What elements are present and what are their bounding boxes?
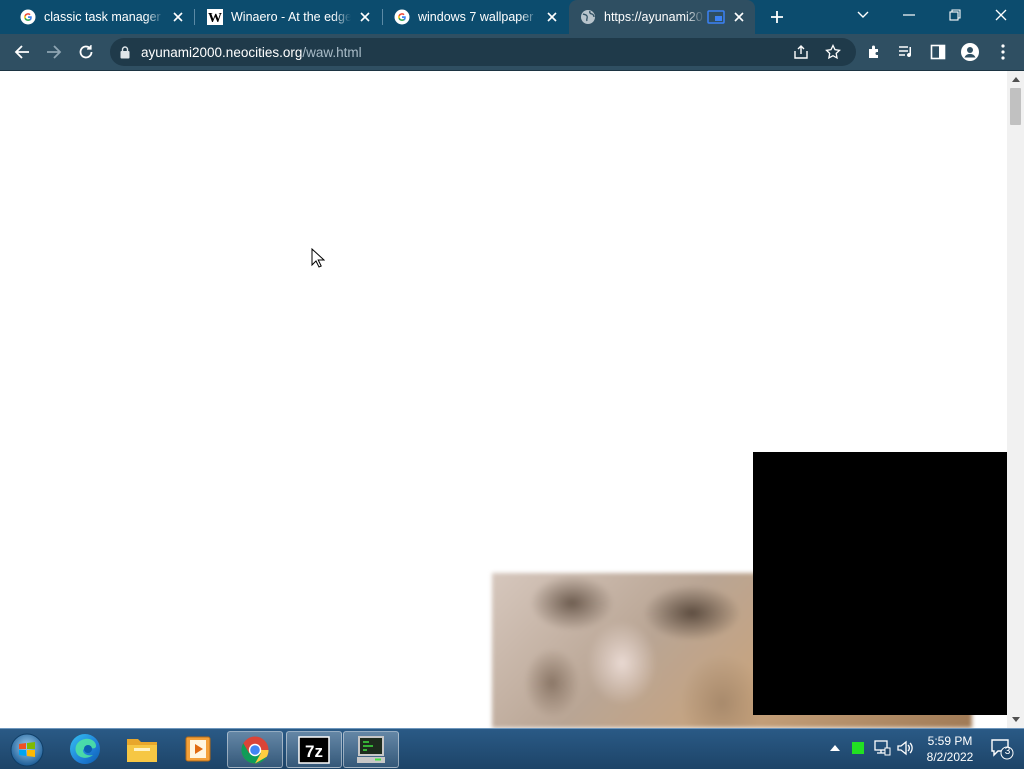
taskbar-file-explorer[interactable] <box>115 731 169 766</box>
tab-title: Winaero - At the edge <box>231 10 351 24</box>
plus-icon <box>771 11 783 23</box>
terminal-icon <box>357 735 385 763</box>
media-queue-icon <box>899 46 912 58</box>
close-icon <box>995 9 1007 21</box>
video-player[interactable] <box>753 452 1007 715</box>
close-tab-icon[interactable] <box>355 7 375 27</box>
winaero-icon: W <box>207 9 223 25</box>
tab-windows-7-wallpaper[interactable]: windows 7 wallpaper - <box>374 0 568 34</box>
extensions-button[interactable] <box>860 38 888 66</box>
minimize-icon <box>903 14 915 16</box>
tray-app-indicator[interactable] <box>849 739 867 757</box>
globe-icon <box>580 9 596 25</box>
scroll-down-arrow-icon[interactable] <box>1007 711 1024 728</box>
tab-classic-task-manager[interactable]: classic task manager d <box>0 0 194 34</box>
taskbar-media-player[interactable] <box>171 731 225 766</box>
address-bar[interactable]: ayunami2000.neocities.org/waw.html <box>110 38 856 66</box>
start-button[interactable] <box>8 732 46 768</box>
reload-button[interactable] <box>72 38 100 66</box>
profile-button[interactable] <box>956 38 984 66</box>
restore-icon <box>949 9 961 21</box>
puzzle-icon <box>869 45 878 58</box>
system-clock[interactable]: 5:59 PM 8/2/2022 <box>918 733 982 765</box>
back-button[interactable] <box>8 38 36 66</box>
google-icon <box>20 9 36 25</box>
picture-in-picture-icon <box>707 10 725 24</box>
close-tab-icon[interactable] <box>168 7 188 27</box>
share-icon <box>794 45 808 59</box>
chrome-icon <box>241 736 269 764</box>
tab-winaero[interactable]: W Winaero - At the edge <box>187 0 381 34</box>
close-window-button[interactable] <box>978 0 1024 30</box>
edge-icon <box>70 733 100 764</box>
file-explorer-icon <box>127 738 157 762</box>
taskbar-chrome[interactable] <box>227 731 283 768</box>
google-icon <box>394 9 410 25</box>
arrow-right-icon <box>47 45 62 59</box>
taskbar-edge[interactable] <box>58 731 112 766</box>
bookmark-star-button[interactable] <box>821 40 845 64</box>
media-player-icon <box>185 736 211 761</box>
avatar-icon <box>961 43 979 61</box>
scroll-up-arrow-icon[interactable] <box>1007 71 1024 88</box>
page-content[interactable] <box>0 71 1007 728</box>
svg-text:W: W <box>208 11 222 25</box>
scrollbar-thumb[interactable] <box>1010 88 1021 125</box>
side-panel-button[interactable] <box>924 38 952 66</box>
taskbar-7zip[interactable]: 7z <box>286 731 342 768</box>
action-center-button[interactable]: 3 <box>990 738 1014 760</box>
close-tab-icon[interactable] <box>542 7 562 27</box>
minimize-button[interactable] <box>886 0 932 30</box>
kebab-menu-icon <box>1001 44 1005 60</box>
share-button[interactable] <box>789 40 813 64</box>
new-tab-button[interactable] <box>765 5 789 29</box>
url-text[interactable]: ayunami2000.neocities.org/waw.html <box>141 45 362 60</box>
media-control-button[interactable] <box>892 38 920 66</box>
taskbar: 7z 5:59 PM 8/2/2022 3 <box>0 728 1024 769</box>
show-hidden-icons-button[interactable] <box>826 739 844 757</box>
star-icon <box>825 44 841 60</box>
clock-date: 8/2/2022 <box>926 750 974 764</box>
7zip-label: 7z <box>305 742 323 761</box>
close-tab-icon[interactable] <box>729 7 749 27</box>
tab-ayunami2000-active[interactable]: https://ayunami20 <box>569 0 755 34</box>
7zip-icon: 7z <box>298 735 330 764</box>
taskbar-terminal[interactable] <box>343 731 399 768</box>
green-square-icon <box>852 742 864 754</box>
mouse-cursor-icon <box>311 247 326 273</box>
clock-time: 5:59 PM <box>927 734 973 748</box>
tab-title: windows 7 wallpaper - <box>418 10 538 24</box>
notification-count: 3 <box>1004 746 1011 757</box>
tab-strip: classic task manager d W Winaero - At th… <box>0 0 1024 34</box>
network-icon[interactable] <box>873 739 891 757</box>
url-host: ayunami2000.neocities.org <box>141 44 303 60</box>
forward-button[interactable] <box>40 38 68 66</box>
restore-button[interactable] <box>932 0 978 30</box>
chevron-up-icon <box>830 745 840 751</box>
menu-button[interactable] <box>989 38 1017 66</box>
tab-search-button[interactable] <box>840 0 886 30</box>
lock-icon[interactable] <box>120 45 130 59</box>
reload-icon <box>79 45 93 59</box>
volume-icon[interactable] <box>897 739 915 757</box>
browser-toolbar: ayunami2000.neocities.org/waw.html <box>0 34 1024 70</box>
url-path: /waw.html <box>302 44 362 60</box>
page-scrollbar[interactable] <box>1007 71 1024 728</box>
windows-orb-icon <box>10 733 44 767</box>
chevron-down-icon <box>857 11 869 18</box>
tab-title: classic task manager d <box>44 10 164 24</box>
tab-title: https://ayunami20 <box>604 10 703 24</box>
arrow-left-icon <box>14 45 29 59</box>
side-panel-icon <box>930 44 946 60</box>
